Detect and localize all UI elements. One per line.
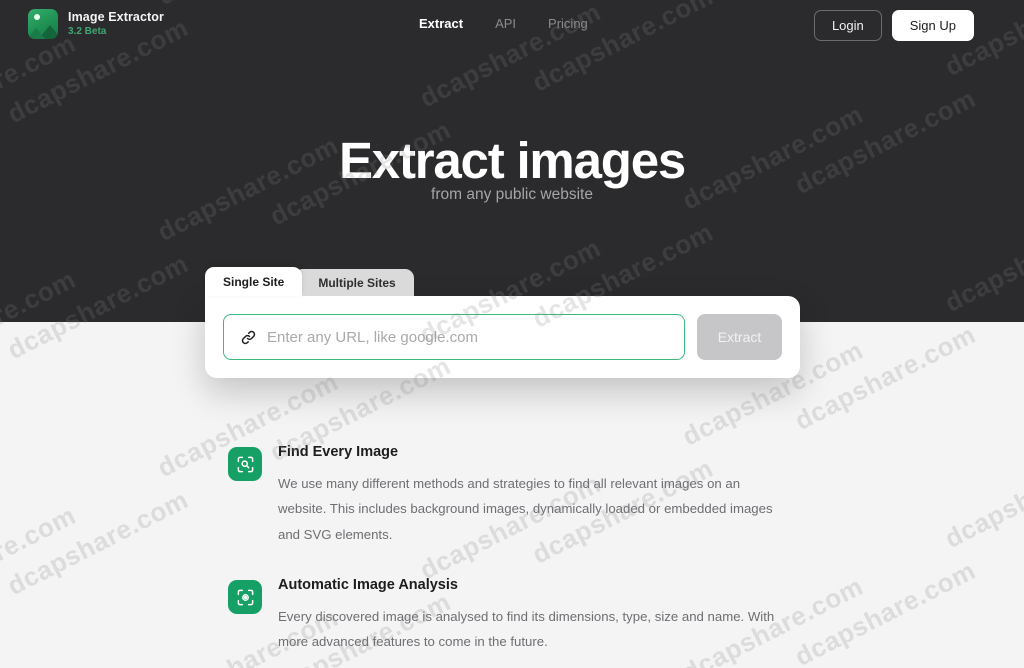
feature-item: Automatic Image Analysis Every discovere… [228,577,788,655]
page-subtitle: from any public website [431,186,593,203]
logo-sun-shape [34,14,40,20]
tab-multiple-sites[interactable]: Multiple Sites [294,269,414,296]
logo-hill-front-shape [28,28,47,39]
link-icon [241,330,256,344]
feature-text-group: Find Every Image We use many different m… [278,444,788,547]
tab-single-site[interactable]: Single Site [205,267,303,296]
feature-description: We use many different methods and strate… [278,476,773,542]
url-input-wrapper[interactable]: Enter any URL, like google.com [223,314,685,360]
app-root: Image Extractor 3.2 Beta Extract API Pri… [0,0,1024,668]
extractor-card: Enter any URL, like google.com Extract [205,292,800,378]
feature-item: Find Every Image We use many different m… [228,444,788,547]
brand-version-badge: 3.2 Beta [68,26,107,38]
primary-navigation: Extract API Pricing [419,16,588,31]
auth-button-group: Login Sign Up [813,10,974,41]
url-input[interactable]: Enter any URL, like google.com [267,329,478,346]
image-mountain-icon [28,9,58,39]
scan-analyze-icon [228,580,262,615]
brand-text-group: Image Extractor 3.2 Beta [68,9,164,38]
feature-list: Find Every Image We use many different m… [228,444,788,668]
page-title: Extract images [338,132,686,189]
extractor-panel: Single Site Multiple Sites Enter any URL… [205,266,800,378]
nav-item-api[interactable]: API [495,16,516,31]
brand-name: Image Extractor [68,9,164,24]
feature-text-group: Automatic Image Analysis Every discovere… [278,577,788,655]
feature-title: Automatic Image Analysis [278,577,458,594]
nav-item-extract[interactable]: Extract [419,16,463,31]
site-header: Image Extractor 3.2 Beta Extract API Pri… [0,0,1024,48]
nav-item-pricing[interactable]: Pricing [548,16,588,31]
extractor-tab-bar: Single Site Multiple Sites [205,266,800,296]
login-button[interactable]: Login [813,10,882,41]
brand-logo-group[interactable]: Image Extractor 3.2 Beta [28,9,164,39]
signup-button[interactable]: Sign Up [891,10,974,41]
feature-title: Find Every Image [278,444,399,460]
feature-description: Every discovered image is analysed to fi… [278,609,775,650]
extract-button[interactable]: Extract [697,314,782,360]
scan-search-icon [228,447,262,481]
